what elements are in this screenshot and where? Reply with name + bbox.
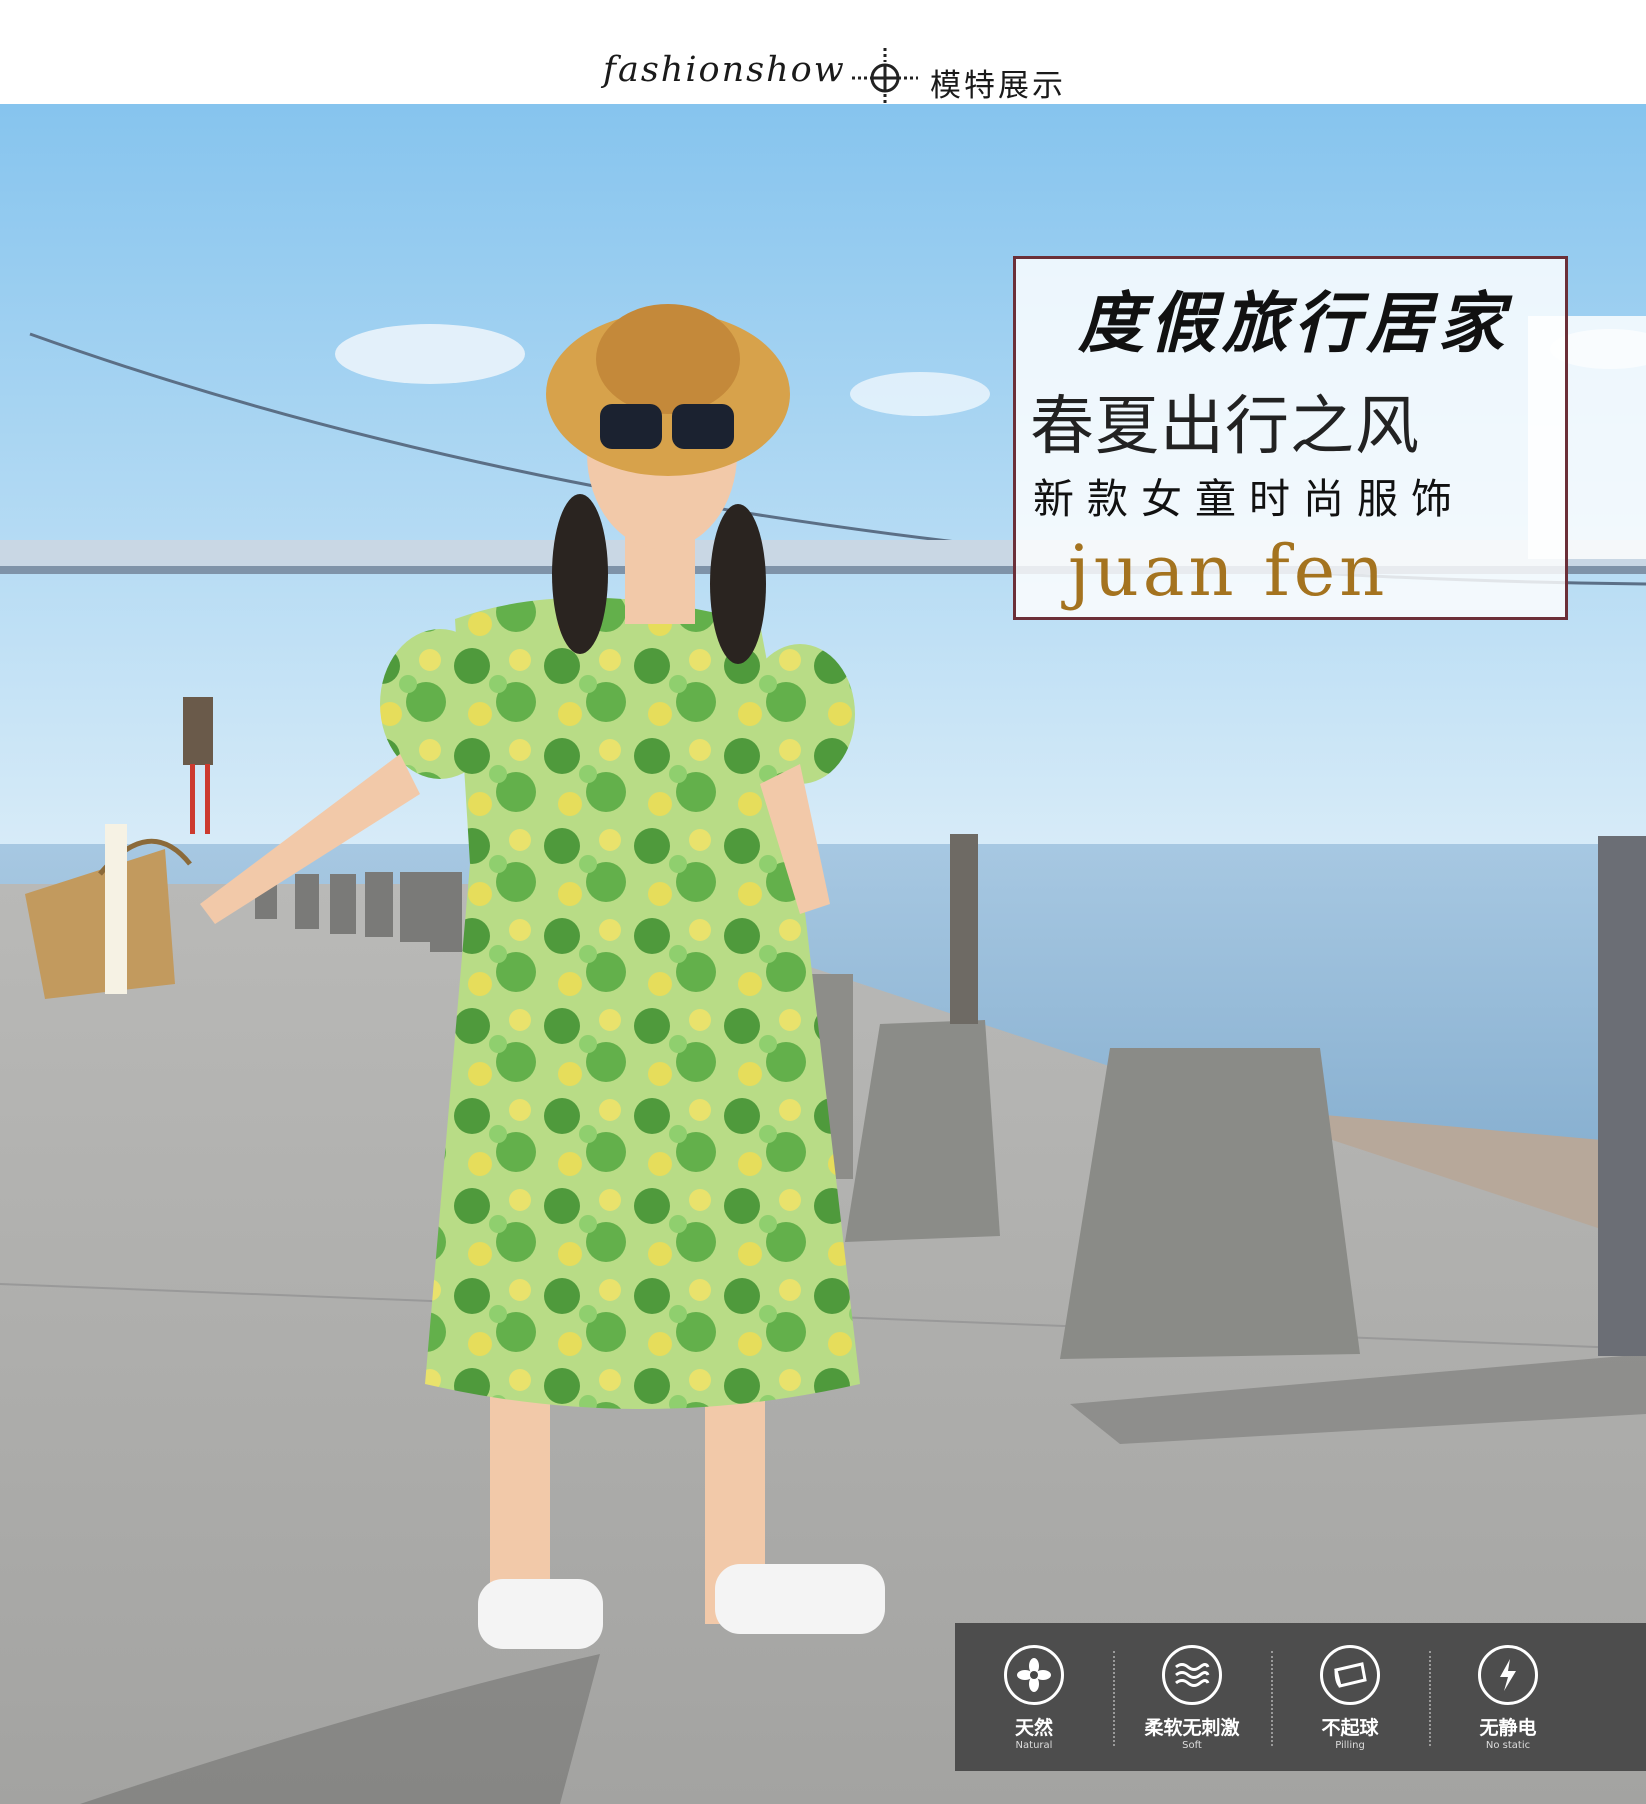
feature-sublabel: No static [1485, 1740, 1531, 1751]
feature-bar: 天然 Natural 柔软无刺激 Soft 不起球 Pilling 无静电 No… [955, 1623, 1646, 1771]
flower-icon [1004, 1645, 1064, 1705]
feature-soft: 柔软无刺激 Soft [1113, 1623, 1271, 1771]
feature-no-static: 无静电 No static [1429, 1623, 1587, 1771]
feature-label: 柔软无刺激 [1144, 1717, 1240, 1739]
banner-subline: 新款女童时尚服饰 [1033, 475, 1465, 523]
header-title-cn: 模特展示 [930, 68, 1066, 104]
feature-pilling: 不起球 Pilling [1271, 1623, 1429, 1771]
feature-label: 不起球 [1321, 1717, 1379, 1739]
wave-icon [1162, 1645, 1222, 1705]
feature-sublabel: Natural [1015, 1740, 1053, 1751]
feature-natural: 天然 Natural [955, 1623, 1113, 1771]
banner-headline: 春夏出行之风 [1030, 390, 1420, 464]
banner-script-line: 度假旅行居家 [1078, 284, 1510, 362]
fabric-icon [1320, 1645, 1380, 1705]
feature-sublabel: Pilling [1335, 1740, 1365, 1751]
feature-sublabel: Soft [1182, 1740, 1202, 1751]
feature-label: 天然 [1014, 1717, 1053, 1739]
page-header: fashionshow 模特展示 [0, 0, 1646, 108]
lightning-icon [1478, 1645, 1538, 1705]
brand-name: juan fen [1068, 530, 1389, 612]
ornament-icon [850, 48, 920, 108]
feature-label: 无静电 [1479, 1717, 1537, 1739]
header-title-en: fashionshow [603, 50, 846, 90]
